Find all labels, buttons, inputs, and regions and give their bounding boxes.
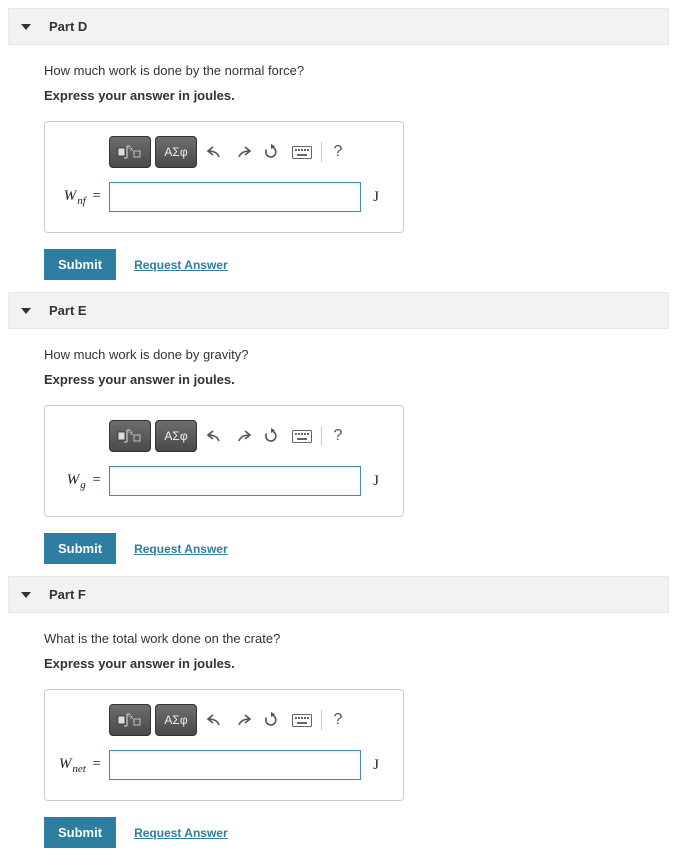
part-title: Part F <box>49 587 86 602</box>
part-body: How much work is done by the normal forc… <box>8 45 669 280</box>
equation-toolbar: x□ ΑΣφ ? <box>109 136 387 168</box>
unit-label: J <box>365 473 387 490</box>
keyboard-button[interactable] <box>285 421 319 451</box>
equation-toolbar: x□ ΑΣφ ? <box>109 420 387 452</box>
format-templates-button[interactable]: x□ <box>109 704 151 736</box>
part-body: What is the total work done on the crate… <box>8 613 669 848</box>
help-button[interactable]: ? <box>324 137 352 167</box>
caret-down-icon <box>21 592 31 598</box>
svg-text:□: □ <box>128 429 131 435</box>
answer-row: Wnf = J <box>55 182 387 212</box>
answer-row: Wnet = J <box>55 750 387 780</box>
caret-down-icon <box>21 24 31 30</box>
variable-label: Wnet = <box>55 756 109 775</box>
submit-button[interactable]: Submit <box>44 817 116 848</box>
variable-label: Wg = <box>55 472 109 491</box>
toolbar-separator <box>321 710 322 730</box>
reset-button[interactable] <box>257 421 285 451</box>
submit-button[interactable]: Submit <box>44 249 116 280</box>
greek-symbols-button[interactable]: ΑΣφ <box>155 420 197 452</box>
part-f: Part F What is the total work done on th… <box>8 576 669 848</box>
format-templates-button[interactable]: x□ <box>109 136 151 168</box>
instruction-text: Express your answer in joules. <box>44 656 669 671</box>
svg-text:□: □ <box>128 145 131 151</box>
greek-symbols-button[interactable]: ΑΣφ <box>155 704 197 736</box>
question-text: How much work is done by gravity? <box>44 347 669 362</box>
redo-button[interactable] <box>229 705 257 735</box>
help-button[interactable]: ? <box>324 705 352 735</box>
part-body: How much work is done by gravity? Expres… <box>8 329 669 564</box>
help-button[interactable]: ? <box>324 421 352 451</box>
unit-label: J <box>365 757 387 774</box>
greek-symbols-button[interactable]: ΑΣφ <box>155 136 197 168</box>
answer-input[interactable] <box>109 466 361 496</box>
format-templates-button[interactable]: x□ <box>109 420 151 452</box>
answer-input[interactable] <box>109 750 361 780</box>
svg-text:□: □ <box>128 713 131 719</box>
request-answer-link[interactable]: Request Answer <box>134 542 228 556</box>
action-row: Submit Request Answer <box>44 533 669 564</box>
answer-box: x□ ΑΣφ ? Wnet = J <box>44 689 404 801</box>
part-header-e[interactable]: Part E <box>8 292 669 329</box>
part-e: Part E How much work is done by gravity?… <box>8 292 669 564</box>
answer-box: x□ ΑΣφ ? Wg = J <box>44 405 404 517</box>
part-d: Part D How much work is done by the norm… <box>8 8 669 280</box>
redo-button[interactable] <box>229 137 257 167</box>
answer-input[interactable] <box>109 182 361 212</box>
toolbar-separator <box>321 142 322 162</box>
action-row: Submit Request Answer <box>44 249 669 280</box>
instruction-text: Express your answer in joules. <box>44 88 669 103</box>
part-title: Part D <box>49 19 87 34</box>
unit-label: J <box>365 189 387 206</box>
keyboard-button[interactable] <box>285 705 319 735</box>
caret-down-icon <box>21 308 31 314</box>
variable-label: Wnf = <box>55 188 109 207</box>
redo-button[interactable] <box>229 421 257 451</box>
request-answer-link[interactable]: Request Answer <box>134 826 228 840</box>
reset-button[interactable] <box>257 705 285 735</box>
undo-button[interactable] <box>201 421 229 451</box>
part-title: Part E <box>49 303 87 318</box>
part-header-f[interactable]: Part F <box>8 576 669 613</box>
toolbar-separator <box>321 426 322 446</box>
submit-button[interactable]: Submit <box>44 533 116 564</box>
undo-button[interactable] <box>201 705 229 735</box>
question-text: What is the total work done on the crate… <box>44 631 669 646</box>
reset-button[interactable] <box>257 137 285 167</box>
equation-toolbar: x□ ΑΣφ ? <box>109 704 387 736</box>
request-answer-link[interactable]: Request Answer <box>134 258 228 272</box>
part-header-d[interactable]: Part D <box>8 8 669 45</box>
keyboard-button[interactable] <box>285 137 319 167</box>
answer-box: x□ ΑΣφ ? Wnf = J <box>44 121 404 233</box>
answer-row: Wg = J <box>55 466 387 496</box>
undo-button[interactable] <box>201 137 229 167</box>
question-text: How much work is done by the normal forc… <box>44 63 669 78</box>
action-row: Submit Request Answer <box>44 817 669 848</box>
instruction-text: Express your answer in joules. <box>44 372 669 387</box>
